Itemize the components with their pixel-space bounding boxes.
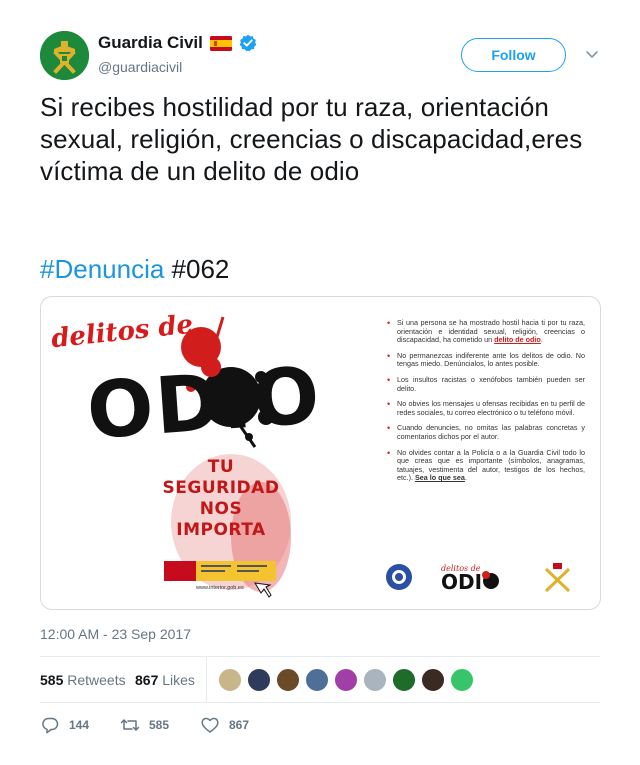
reply-icon xyxy=(42,717,59,734)
stats-divider xyxy=(206,657,207,703)
liker-avatar[interactable] xyxy=(334,668,358,692)
liker-avatar[interactable] xyxy=(363,668,387,692)
poster-bullet: No obvies los mensajes u ofensas recibid… xyxy=(385,399,585,417)
poster-bullet: Los insultos racistas o xenófobos tambié… xyxy=(385,375,585,393)
media-image[interactable]: delitos de ODIO TU SEGURIDAD NOS IMPORTA… xyxy=(40,296,601,610)
tweet-tags: #Denuncia #062 xyxy=(40,253,229,285)
tweet-stats: 585 Retweets 867 Likes xyxy=(40,656,600,703)
retweet-action[interactable]: 585 xyxy=(120,712,169,738)
verified-badge-icon xyxy=(239,34,257,52)
follow-button[interactable]: Follow xyxy=(461,38,566,72)
poster-bullet: No olvides contar a la Policía o a la Gu… xyxy=(385,448,585,483)
liker-avatar[interactable] xyxy=(218,668,242,692)
liker-avatar[interactable] xyxy=(392,668,416,692)
slogan-line: NOS xyxy=(199,499,243,519)
reply-action[interactable]: 144 xyxy=(40,712,89,738)
guardia-civil-emblem-icon xyxy=(40,31,89,80)
like-action[interactable]: 867 xyxy=(200,712,249,738)
author-name-row[interactable]: Guardia Civil xyxy=(98,33,257,53)
police-emblem-icon xyxy=(386,564,412,590)
poster-slogan: TU SEGURIDAD NOS IMPORTA xyxy=(141,457,301,541)
poster-footer-logos: delitos de ODI xyxy=(386,563,571,594)
mini-odio-logo-icon: delitos de ODI xyxy=(441,564,499,594)
heart-icon xyxy=(201,717,219,733)
retweet-count: 585 xyxy=(149,718,170,732)
slogan-line: IMPORTA xyxy=(176,520,266,540)
tweet-text: Si recibes hostilidad por tu raza, orien… xyxy=(40,92,583,186)
poster-right-panel: Si una persona se ha mostrado hostil hac… xyxy=(371,297,600,609)
poster-bullet: Cuando denuncies, no omitas las palabras… xyxy=(385,424,585,441)
tweet-timestamp[interactable]: 12:00 AM - 23 Sep 2017 xyxy=(40,626,191,642)
es-flag-icon xyxy=(209,35,232,51)
poster-left-panel: delitos de ODIO TU SEGURIDAD NOS IMPORTA… xyxy=(41,297,371,609)
liker-avatar[interactable] xyxy=(450,668,474,692)
poster-bullet: Si una persona se ha mostrado hostil hac… xyxy=(385,318,585,345)
likes-stat[interactable]: 867 Likes xyxy=(135,672,195,688)
slogan-line: SEGURIDAD xyxy=(162,478,280,498)
author-avatar[interactable] xyxy=(40,31,89,80)
guardia-civil-mini-emblem-icon xyxy=(544,563,571,593)
chevron-down-icon[interactable] xyxy=(584,46,600,62)
poster-url: www.interior.gob.es xyxy=(196,585,244,591)
retweets-stat[interactable]: 585 Retweets xyxy=(40,672,126,688)
svg-text:ODI: ODI xyxy=(441,570,482,594)
poster-title-big: ODIO xyxy=(84,350,325,458)
slogan-line: TU xyxy=(207,457,235,477)
poster-bullet-list: Si una persona se ha mostrado hostil hac… xyxy=(385,318,585,490)
poster-bullet: No permanezcas indiferente ante los deli… xyxy=(385,351,585,369)
hashtag-link[interactable]: #Denuncia xyxy=(40,254,164,284)
tag-number: #062 xyxy=(171,254,230,284)
like-count: 867 xyxy=(229,718,250,732)
display-name[interactable]: Guardia Civil xyxy=(98,33,203,53)
reply-count: 144 xyxy=(69,718,90,732)
retweet-icon xyxy=(120,719,140,731)
author-handle[interactable]: @guardiacivil xyxy=(98,59,182,75)
liker-avatar[interactable] xyxy=(276,668,300,692)
liker-avatar[interactable] xyxy=(247,668,271,692)
liker-avatar[interactable] xyxy=(421,668,445,692)
liker-avatar[interactable] xyxy=(305,668,329,692)
tweet-card: Guardia Civil @guardiacivil Follow Si re… xyxy=(0,0,640,765)
